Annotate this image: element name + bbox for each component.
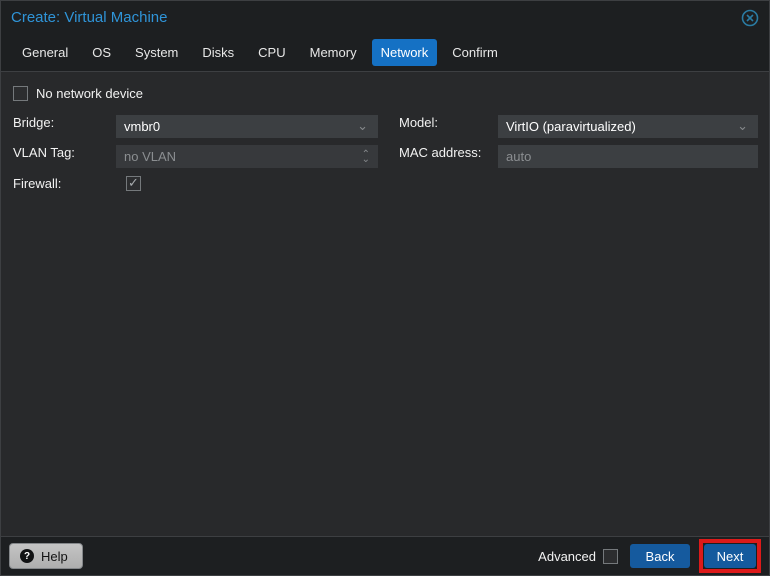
mac-address-label: MAC address:	[399, 145, 481, 160]
bridge-value: vmbr0	[124, 119, 357, 134]
vlan-tag-placeholder: no VLAN	[124, 149, 362, 164]
tab-bar: General OS System Disks CPU Memory Netwo…	[1, 34, 769, 72]
tab-cpu[interactable]: CPU	[249, 39, 294, 66]
create-vm-dialog: Create: Virtual Machine General OS Syste…	[0, 0, 770, 576]
annotation-highlight-box: Next	[699, 539, 761, 573]
dialog-titlebar: Create: Virtual Machine	[1, 1, 769, 34]
advanced-checkbox[interactable]: ✓	[603, 549, 618, 564]
next-button[interactable]: Next	[704, 544, 756, 568]
chevron-down-icon[interactable]: ⌄	[737, 123, 748, 130]
spinner-arrows-icon: ⌃ ⌄	[362, 152, 370, 162]
firewall-label: Firewall:	[13, 176, 61, 191]
question-mark-icon: ?	[20, 549, 34, 563]
chevron-down-icon[interactable]: ⌄	[357, 123, 368, 130]
model-value: VirtIO (paravirtualized)	[506, 119, 737, 134]
mac-address-input[interactable]	[498, 145, 758, 168]
vlan-tag-spinner-field: no VLAN ⌃ ⌄	[116, 145, 378, 168]
network-tab-panel: ✓ No network device Bridge: vmbr0 ⌄ Mode…	[1, 73, 769, 536]
help-button[interactable]: ? Help	[9, 543, 83, 569]
no-network-device-checkbox[interactable]: ✓	[13, 86, 28, 101]
check-icon: ✓	[128, 176, 139, 189]
tab-system[interactable]: System	[126, 39, 187, 66]
no-network-device-label: No network device	[36, 86, 143, 101]
help-button-label: Help	[41, 549, 68, 564]
model-label: Model:	[399, 115, 438, 130]
vlan-tag-label: VLAN Tag:	[13, 145, 75, 160]
tab-confirm[interactable]: Confirm	[443, 39, 507, 66]
tab-general[interactable]: General	[13, 39, 77, 66]
firewall-checkbox[interactable]: ✓	[126, 176, 141, 191]
dialog-footer: ? Help Advanced ✓ Back Next	[1, 536, 769, 575]
dialog-title: Create: Virtual Machine	[11, 9, 167, 26]
tab-disks[interactable]: Disks	[193, 39, 243, 66]
tab-os[interactable]: OS	[83, 39, 120, 66]
back-button[interactable]: Back	[630, 544, 690, 568]
bridge-combobox[interactable]: vmbr0 ⌄	[116, 115, 378, 138]
advanced-label: Advanced	[538, 549, 596, 564]
close-icon[interactable]	[741, 9, 759, 27]
tab-network[interactable]: Network	[372, 39, 438, 66]
model-combobox[interactable]: VirtIO (paravirtualized) ⌄	[498, 115, 758, 138]
tab-memory[interactable]: Memory	[301, 39, 366, 66]
bridge-label: Bridge:	[13, 115, 54, 130]
